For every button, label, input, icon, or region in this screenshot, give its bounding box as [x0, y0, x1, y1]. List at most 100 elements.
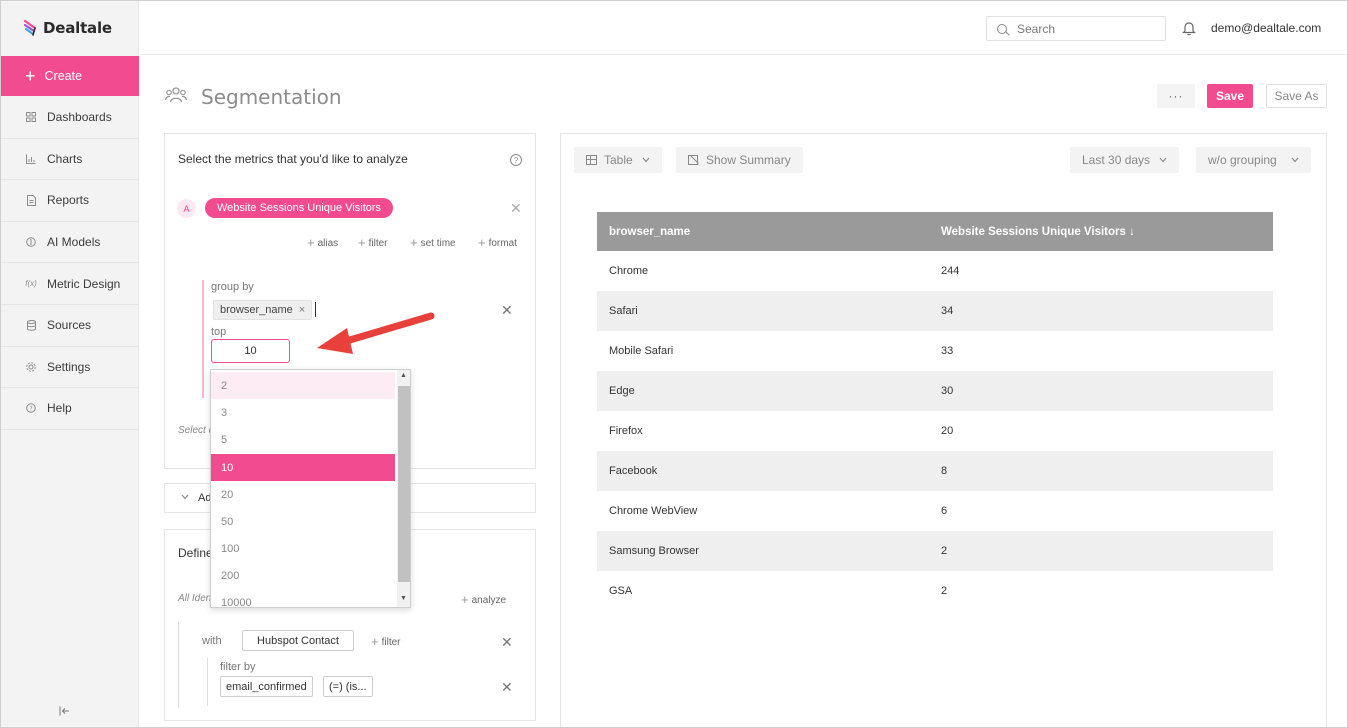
scrollbar-thumb[interactable] [398, 386, 410, 582]
sidebar-item-label: Charts [47, 151, 83, 166]
help-icon[interactable]: ? [510, 154, 522, 166]
scroll-down-icon[interactable]: ▼ [400, 595, 407, 602]
sidebar-item-metric-design[interactable]: f(x) Metric Design [1, 263, 139, 305]
ai-icon [25, 236, 37, 248]
dropdown-option-2[interactable]: 2 [211, 372, 395, 399]
table-row: GSA 2 [597, 571, 1273, 611]
sidebar-nav: Dashboards Charts Reports AI Models f(x)… [1, 97, 139, 430]
filter-field-select[interactable]: email_confirmed [220, 676, 313, 697]
sidebar-item-help[interactable]: ? Help [1, 388, 139, 430]
view-type-dropdown[interactable]: Table [574, 147, 662, 173]
top-count-select[interactable]: 10 [211, 339, 290, 363]
function-icon: f(x) [25, 279, 37, 289]
add-analyze-option[interactable]: + analyze [461, 592, 506, 607]
filter-operator-select[interactable]: (=) (is... [323, 676, 373, 697]
sidebar-item-charts[interactable]: Charts [1, 139, 139, 181]
add-set-time-option[interactable]: + set time [410, 235, 456, 250]
column-header-browser[interactable]: browser_name [597, 212, 929, 251]
define-panel-title: Define [178, 546, 213, 560]
remove-with-icon[interactable]: ✕ [501, 634, 513, 651]
group-by-tag[interactable]: browser_name × [213, 300, 313, 320]
add-filter-option[interactable]: + filter [371, 634, 401, 649]
topbar: demo@dealtale.com [140, 1, 1347, 55]
save-as-button[interactable]: Save As [1266, 84, 1327, 108]
filter-divider [207, 658, 208, 706]
plus-icon: + [307, 235, 315, 250]
cell-visitors: 2 [941, 585, 948, 597]
dropdown-scrollbar[interactable]: ▲ ▼ [397, 370, 410, 607]
sidebar-item-reports[interactable]: Reports [1, 180, 139, 222]
table-header-row: browser_name Website Sessions Unique Vis… [597, 212, 1273, 251]
cell-browser: Facebook [597, 451, 929, 491]
time-range-dropdown[interactable]: Last 30 days [1070, 147, 1180, 173]
results-panel: Table Show Summary Last 30 days w/o grou… [560, 133, 1327, 727]
sidebar-item-label: Metric Design [47, 276, 121, 291]
cell-visitors: 6 [941, 505, 948, 517]
table-row: Chrome 244 [597, 251, 1273, 291]
define-hint-text: All Iden [178, 593, 212, 604]
help-icon: ? [25, 402, 37, 414]
remove-metric-icon[interactable]: ✕ [510, 200, 522, 217]
dropdown-option-5[interactable]: 5 [211, 426, 395, 453]
group-by-divider [202, 280, 204, 398]
plus-icon: + [461, 592, 469, 607]
column-header-visitors[interactable]: Website Sessions Unique Visitors ↓ [929, 212, 1273, 251]
table-icon [586, 155, 597, 165]
dropdown-option-100[interactable]: 100 [211, 535, 395, 562]
show-summary-button[interactable]: Show Summary [676, 147, 803, 173]
plus-icon: + [25, 66, 36, 86]
dropdown-option-50[interactable]: 50 [211, 508, 395, 535]
cell-browser: Mobile Safari [609, 345, 674, 357]
results-table: browser_name Website Sessions Unique Vis… [597, 212, 1273, 611]
chevron-down-icon [181, 492, 189, 502]
collapse-sidebar-icon[interactable] [59, 705, 70, 719]
more-options-button[interactable]: ··· [1157, 84, 1195, 108]
user-email[interactable]: demo@dealtale.com [1211, 21, 1321, 35]
grouping-dropdown[interactable]: w/o grouping [1196, 147, 1311, 173]
plus-icon: + [358, 235, 366, 250]
dropdown-option-3[interactable]: 3 [211, 399, 395, 426]
search-input[interactable] [1017, 21, 1157, 36]
database-icon [25, 319, 37, 331]
cell-browser: Firefox [609, 425, 643, 437]
entity-select[interactable]: Hubspot Contact [242, 630, 354, 651]
dropdown-option-10000[interactable]: 10000 [211, 589, 395, 608]
search-icon [997, 23, 1007, 34]
save-button[interactable]: Save [1207, 84, 1253, 108]
bell-icon[interactable] [1182, 20, 1196, 36]
sidebar-item-label: Settings [47, 359, 91, 374]
top-label: top [211, 326, 227, 338]
cell-visitors: 34 [929, 291, 1273, 331]
add-alias-option[interactable]: + alias [307, 235, 338, 250]
scroll-up-icon[interactable]: ▲ [400, 372, 407, 379]
metric-chip[interactable]: Website Sessions Unique Visitors [205, 198, 394, 218]
cell-browser: Edge [597, 371, 929, 411]
summary-icon [688, 155, 698, 165]
sidebar-item-dashboards[interactable]: Dashboards [1, 97, 139, 139]
with-label: with [202, 635, 222, 647]
show-summary-label: Show Summary [706, 153, 791, 167]
remove-tag-icon[interactable]: × [299, 304, 305, 316]
users-group-icon [165, 87, 187, 103]
sidebar-item-label: Reports [47, 193, 90, 208]
dropdown-option-10[interactable]: 10 [211, 454, 395, 481]
sidebar-item-settings[interactable]: Settings [1, 347, 139, 389]
create-button[interactable]: + Create [1, 56, 139, 96]
sidebar-item-sources[interactable]: Sources [1, 305, 139, 347]
search-box[interactable] [986, 16, 1166, 41]
add-filter-option[interactable]: + filter [358, 235, 388, 250]
table-row: Edge 30 [597, 371, 1273, 411]
remove-filter-icon[interactable]: ✕ [501, 679, 513, 696]
dropdown-option-20[interactable]: 20 [211, 481, 395, 508]
sidebar-item-ai-models[interactable]: AI Models [1, 222, 139, 264]
define-divider [178, 622, 179, 708]
table-row: Facebook 8 [597, 451, 1273, 491]
plus-icon: + [410, 235, 418, 250]
dropdown-option-200[interactable]: 200 [211, 562, 395, 589]
remove-group-by-icon[interactable]: ✕ [501, 302, 513, 319]
sidebar: Dealtale + Create Dashboards Charts Repo… [1, 1, 139, 727]
add-format-option[interactable]: + format [478, 235, 517, 250]
view-type-label: Table [604, 153, 633, 167]
brand-logo[interactable]: Dealtale [23, 17, 112, 39]
cell-visitors: 244 [941, 265, 960, 277]
